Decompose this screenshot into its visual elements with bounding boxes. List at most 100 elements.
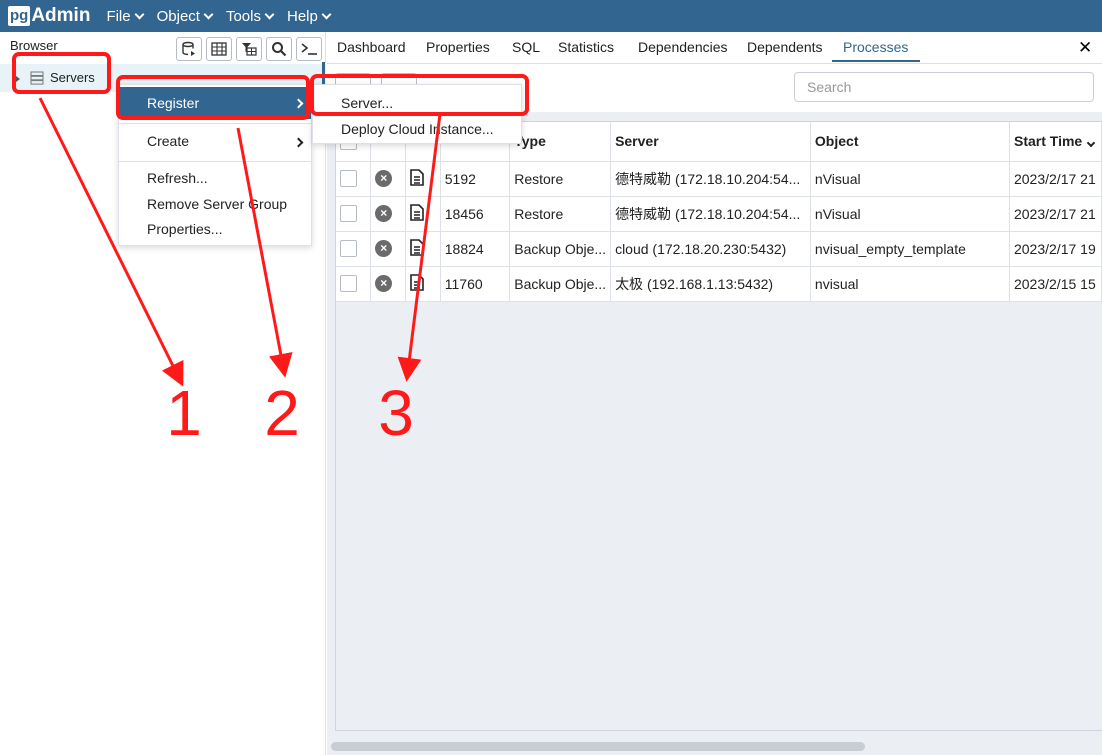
row-checkbox[interactable] xyxy=(340,170,357,188)
table-row[interactable]: × 18824 Backup Obje... cloud (172.18.20.… xyxy=(336,231,1102,267)
pid-cell: 18824 xyxy=(440,231,511,267)
browser-title: Browser xyxy=(10,38,58,53)
start-time-cell: 2023/2/17 19 xyxy=(1009,231,1102,267)
type-cell: Backup Obje... xyxy=(509,231,612,267)
server-cell: 德特威勒 (172.18.10.204:54... xyxy=(610,161,811,197)
register-submenu: Server... Deploy Cloud Instance... xyxy=(312,84,522,144)
menu-item-refresh[interactable]: Refresh... xyxy=(147,170,208,186)
tree-item-servers-label: Servers xyxy=(50,70,95,85)
start-time-header-label: Start Time xyxy=(1013,133,1083,150)
details-document-icon[interactable] xyxy=(410,203,424,221)
server-cell: 太极 (192.168.1.13:5432) xyxy=(610,266,811,302)
stop-process-icon[interactable]: × xyxy=(375,170,393,188)
sort-desc-icon xyxy=(1086,139,1096,148)
tab-dependencies[interactable]: Dependencies xyxy=(638,39,728,55)
menu-object-label: Object xyxy=(156,7,200,25)
object-cell: nvisual xyxy=(810,266,1010,302)
row-checkbox[interactable] xyxy=(340,205,357,223)
details-document-icon[interactable] xyxy=(410,238,424,256)
chevron-down-icon xyxy=(264,9,275,19)
menu-tools-label: Tools xyxy=(225,7,261,25)
menu-object[interactable]: Object xyxy=(156,7,214,25)
active-tab-indicator xyxy=(832,60,920,62)
server-header[interactable]: Server xyxy=(610,122,811,162)
logo-admin: Admin xyxy=(31,5,91,26)
details-document-icon[interactable] xyxy=(410,168,424,186)
tab-dependents[interactable]: Dependents xyxy=(747,39,823,55)
view-data-button[interactable] xyxy=(206,37,232,61)
object-cell: nVisual xyxy=(810,161,1010,197)
menu-item-properties[interactable]: Properties... xyxy=(147,221,222,237)
chevron-right-icon xyxy=(293,137,304,148)
tab-processes[interactable]: Processes xyxy=(843,39,908,55)
start-time-cell: 2023/2/15 15 xyxy=(1009,266,1102,302)
chevron-right-icon xyxy=(293,98,304,109)
type-header[interactable]: Type xyxy=(509,122,612,162)
object-cell: nvisual_empty_template xyxy=(810,231,1010,267)
stop-process-icon[interactable]: × xyxy=(375,240,393,258)
start-time-cell: 2023/2/17 21 xyxy=(1009,196,1102,232)
psql-tool-button[interactable] xyxy=(296,37,322,61)
menu-help-label: Help xyxy=(287,7,318,25)
search-objects-button[interactable] xyxy=(266,37,292,61)
filter-table-icon xyxy=(242,43,257,56)
tab-dashboard[interactable]: Dashboard xyxy=(337,39,406,55)
pid-cell: 5192 xyxy=(440,161,511,197)
type-cell: Restore xyxy=(509,196,612,232)
start-time-cell: 2023/2/17 21 xyxy=(1009,161,1102,197)
processes-table: Type Server Object Start Time × 5192 Res… xyxy=(336,122,1102,302)
tab-bar: Dashboard Properties SQL Statistics Depe… xyxy=(327,32,1102,64)
search-icon xyxy=(272,42,287,57)
top-navbar: pg Admin File Object Tools Help xyxy=(0,0,1102,32)
server-group-icon xyxy=(30,71,44,85)
tab-properties[interactable]: Properties xyxy=(426,39,490,55)
terminal-icon xyxy=(301,43,317,55)
table-icon xyxy=(211,42,227,56)
menu-file-label: File xyxy=(106,7,131,25)
details-document-icon[interactable] xyxy=(410,273,424,291)
type-cell: Backup Obje... xyxy=(509,266,612,302)
menu-file[interactable]: File xyxy=(106,7,145,25)
close-icon[interactable]: ✕ xyxy=(1078,38,1092,58)
row-checkbox[interactable] xyxy=(340,240,357,258)
table-row[interactable]: × 11760 Backup Obje... 太极 (192.168.1.13:… xyxy=(336,266,1102,302)
row-checkbox[interactable] xyxy=(340,275,357,293)
chevron-down-icon xyxy=(203,9,214,19)
horizontal-scrollbar[interactable] xyxy=(331,742,865,751)
object-cell: nVisual xyxy=(810,196,1010,232)
context-menu: Register Create Refresh... Remove Server… xyxy=(118,84,312,246)
server-cell: 德特威勒 (172.18.10.204:54... xyxy=(610,196,811,232)
type-cell: Restore xyxy=(509,161,612,197)
server-cell: cloud (172.18.20.230:5432) xyxy=(610,231,811,267)
menu-item-deploy-cloud[interactable]: Deploy Cloud Instance... xyxy=(341,121,494,137)
start-time-header[interactable]: Start Time xyxy=(1009,122,1102,162)
tab-sql[interactable]: SQL xyxy=(512,39,540,55)
chevron-down-icon xyxy=(321,9,332,19)
menu-item-register-label: Register xyxy=(147,95,200,111)
stop-process-icon[interactable]: × xyxy=(375,205,393,223)
stop-process-icon[interactable]: × xyxy=(375,275,393,293)
tab-statistics[interactable]: Statistics xyxy=(558,39,614,55)
chevron-down-icon xyxy=(134,9,145,19)
database-icon xyxy=(182,41,195,56)
expand-caret-icon[interactable] xyxy=(16,76,20,82)
table-row[interactable]: × 5192 Restore 德特威勒 (172.18.10.204:54...… xyxy=(336,161,1102,197)
processes-grid: Type Server Object Start Time × 5192 Res… xyxy=(335,121,1102,731)
menu-item-server[interactable]: Server... xyxy=(341,95,393,111)
menu-help[interactable]: Help xyxy=(287,7,332,25)
query-tool-button[interactable] xyxy=(176,37,202,61)
menu-item-remove-server-group[interactable]: Remove Server Group xyxy=(147,196,287,212)
menu-item-create[interactable]: Create xyxy=(147,133,189,149)
search-input[interactable] xyxy=(794,72,1094,102)
pid-cell: 18456 xyxy=(440,196,511,232)
pid-cell: 11760 xyxy=(440,266,511,302)
object-header[interactable]: Object xyxy=(810,122,1010,162)
logo-pg: pg xyxy=(8,6,31,26)
pgadmin-logo: pg Admin xyxy=(8,5,90,27)
menu-divider xyxy=(119,123,311,124)
menu-tools[interactable]: Tools xyxy=(225,7,275,25)
menu-item-register[interactable]: Register xyxy=(119,87,311,119)
filtered-rows-button[interactable] xyxy=(236,37,262,61)
table-row[interactable]: × 18456 Restore 德特威勒 (172.18.10.204:54..… xyxy=(336,196,1102,232)
menu-divider xyxy=(119,161,311,162)
